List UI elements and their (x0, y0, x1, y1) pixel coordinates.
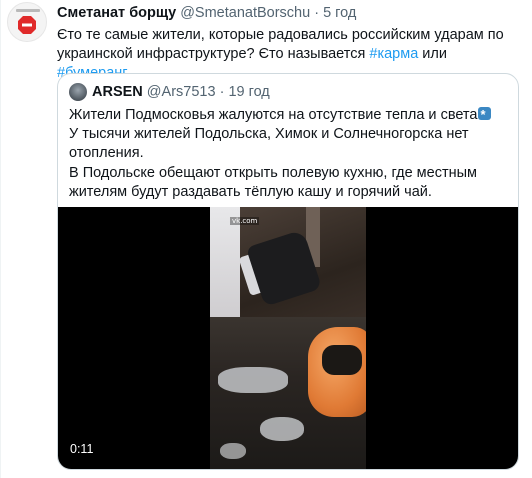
quoted-text-line-3: В Подольске обещают открыть полевую кухн… (69, 164, 477, 200)
frame-snow (260, 417, 304, 441)
quoted-tweet[interactable]: ARSEN @Ars7513 · 19 год Жители Подмосков… (57, 73, 519, 470)
tweet[interactable]: Сметанат борщу @SmetanatBorschu · 5 год … (0, 0, 532, 478)
quoted-tweet-text: Жители Подмосковья жалуются на отсутстви… (69, 105, 509, 202)
snowflake-emoji-icon (478, 105, 492, 124)
quoted-text-line-2: У тысячи жителей Подольска, Химок и Солн… (69, 126, 469, 162)
separator-dot: · (219, 84, 225, 100)
separator-dot: · (314, 5, 320, 21)
video-duration-badge: 0:11 (66, 440, 98, 458)
quoted-tweet-time[interactable]: 19 год (228, 84, 269, 100)
tweet-time[interactable]: 5 год (323, 5, 356, 21)
quoted-text-line-1: Жители Подмосковья жалуются на отсутстви… (69, 107, 478, 123)
video-player[interactable]: vk.com 0:11 (58, 207, 518, 469)
quoted-tweet-header: ARSEN @Ars7513 · 19 год (92, 83, 270, 101)
quoted-author-handle[interactable]: @Ars7513 (147, 84, 216, 100)
hashtag-karma[interactable]: #карма (369, 46, 418, 62)
avatar-logo-icon (18, 16, 36, 34)
video-frame: vk.com (210, 207, 366, 469)
frame-shoe-shadow (322, 345, 362, 375)
quoted-author-name[interactable]: ARSEN (92, 84, 143, 100)
quoted-author-avatar[interactable] (69, 83, 87, 101)
author-name[interactable]: Сметанат борщу (57, 5, 176, 21)
avatar-wordmark (16, 9, 40, 12)
tweet-header: Сметанат борщу @SmetanatBorschu · 5 год (57, 4, 356, 22)
tweet-text-part: или (418, 46, 447, 62)
author-handle[interactable]: @SmetanatBorschu (180, 5, 310, 21)
frame-snow (220, 443, 246, 459)
quoted-text-line: Жители Подмосковья жалуются на отсутстви… (69, 105, 509, 125)
author-avatar[interactable] (7, 2, 47, 42)
video-watermark: vk.com (230, 217, 260, 225)
frame-snow (218, 367, 288, 393)
